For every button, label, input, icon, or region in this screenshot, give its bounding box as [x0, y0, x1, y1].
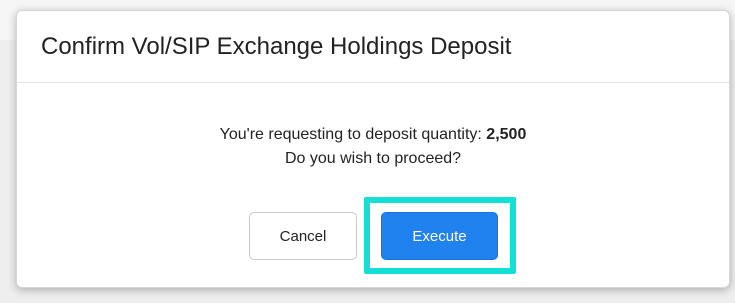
dialog-header: Confirm Vol/SIP Exchange Holdings Deposi…: [17, 11, 729, 83]
dialog-title: Confirm Vol/SIP Exchange Holdings Deposi…: [41, 33, 512, 60]
deposit-quantity: 2,500: [486, 126, 527, 143]
cancel-button[interactable]: Cancel: [249, 212, 357, 260]
dialog-actions: Cancel Execute: [17, 197, 731, 274]
execute-button[interactable]: Execute: [381, 212, 498, 260]
dialog-body: You're requesting to deposit quantity: 2…: [17, 83, 729, 171]
deposit-message-text: You're requesting to deposit quantity:: [219, 126, 487, 143]
deposit-message: You're requesting to deposit quantity: 2…: [17, 123, 729, 147]
proceed-question: Do you wish to proceed?: [284, 150, 462, 167]
confirm-deposit-dialog: Confirm Vol/SIP Exchange Holdings Deposi…: [16, 10, 730, 288]
